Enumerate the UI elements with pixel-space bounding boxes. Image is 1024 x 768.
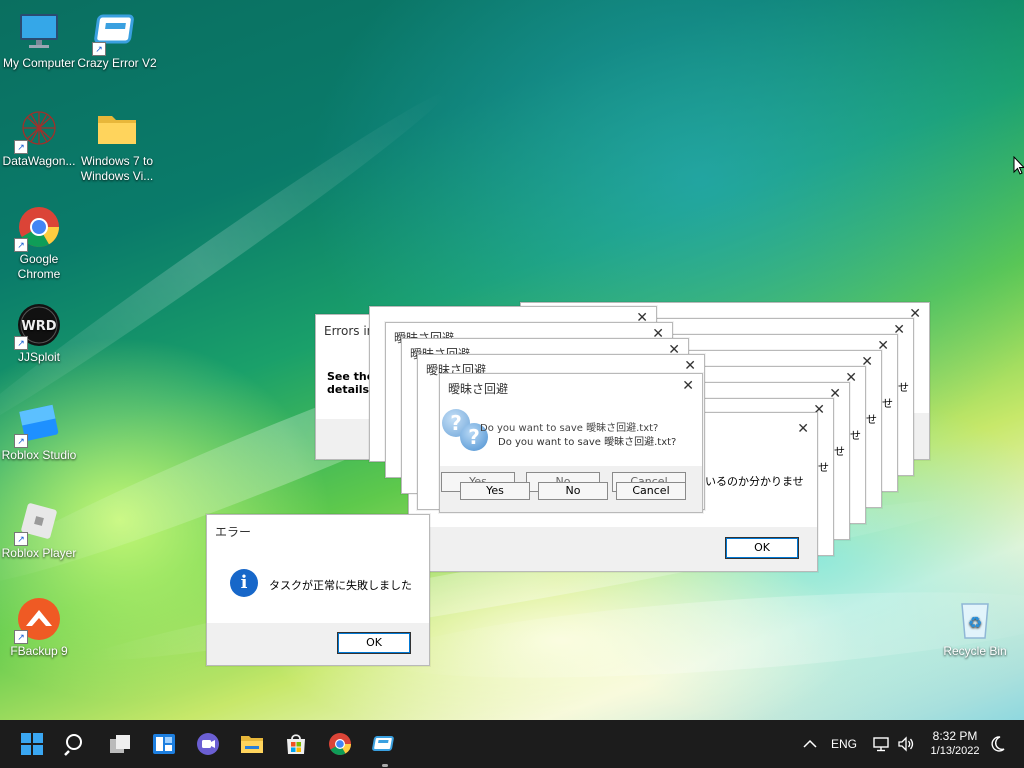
crazy-error-taskbar-icon[interactable]	[372, 732, 396, 756]
taskbar: ENG 8:32 PM 1/13/2022	[0, 720, 1024, 768]
shortcut-arrow-icon: ↗	[14, 532, 28, 546]
dialog-text-fragment: せ	[834, 445, 845, 458]
dialog-text-fragment: せ	[850, 429, 861, 442]
dialog-message: いるのか分かりませ	[705, 475, 804, 488]
recycle-bin-icon: ♻	[952, 596, 998, 642]
volume-icon[interactable]	[897, 736, 915, 752]
shortcut-arrow-icon: ↗	[14, 336, 28, 350]
ok-button[interactable]: OK	[337, 632, 411, 654]
mouse-cursor-icon	[1013, 156, 1024, 175]
dialog-text-fragment: せ	[866, 413, 877, 426]
task-view-icon[interactable]	[108, 732, 132, 756]
desktop-icon-crazy-error[interactable]: ↗ Crazy Error V2	[75, 8, 159, 71]
shortcut-arrow-icon: ↗	[14, 630, 28, 644]
desktop-icon-label: Roblox Player	[1, 546, 77, 560]
desktop-icon-recycle-bin[interactable]: ♻ Recycle Bin	[933, 596, 1017, 659]
close-icon[interactable]: ✕	[797, 421, 809, 437]
clock-time: 8:32 PM	[932, 729, 978, 743]
dialog-body-line: details	[327, 383, 370, 396]
dialog-text-fragment: せ	[898, 381, 909, 394]
yes-button[interactable]: Yes	[460, 482, 530, 500]
dialog-text-fragment: せ	[818, 461, 829, 474]
clock[interactable]: 8:32 PM 1/13/2022	[922, 729, 988, 759]
desktop-icon-label: JJSploit	[17, 350, 61, 364]
start-icon[interactable]	[20, 732, 44, 756]
running-indicator	[382, 764, 388, 767]
shortcut-arrow-icon: ↗	[14, 434, 28, 448]
shortcut-arrow-icon: ↗	[14, 140, 28, 154]
desktop-icon-label: My Computer	[2, 56, 76, 70]
shortcut-arrow-icon: ↗	[14, 238, 28, 252]
desktop-icon-label: Windows 7 to Windows Vi...	[80, 154, 154, 183]
desktop-icon-jjsploit[interactable]: WRD ↗ JJSploit	[0, 302, 81, 365]
desktop-icon-roblox-player[interactable]: ↗ Roblox Player	[0, 498, 81, 561]
desktop-icon-folder[interactable]: Windows 7 to Windows Vi...	[75, 106, 159, 184]
desktop-icon-fbackup[interactable]: ↗ FBackup 9	[0, 596, 81, 659]
language-indicator[interactable]: ENG	[831, 737, 857, 751]
desktop-icon-datawagon[interactable]: ↗ DataWagon...	[0, 106, 81, 169]
dialog-text-fragment: せ	[882, 397, 893, 410]
widgets-icon[interactable]	[152, 732, 176, 756]
desktop-icon-label: Roblox Studio	[1, 448, 77, 462]
desktop-icon-label: Google Chrome	[17, 252, 61, 281]
desktop-icon-label: Crazy Error V2	[77, 56, 157, 70]
chrome-taskbar-icon[interactable]	[328, 732, 352, 756]
desktop-icon-google-chrome[interactable]: ↗ Google Chrome	[0, 204, 81, 282]
datawagon-icon: ↗	[14, 106, 62, 154]
network-icon[interactable]	[872, 736, 890, 752]
no-button[interactable]: No	[538, 482, 608, 500]
crazy-error-icon: ↗	[92, 8, 140, 56]
dialog-title: エラー	[215, 525, 252, 539]
jjsploit-glyph: WRD	[21, 319, 56, 334]
chrome-icon: ↗	[14, 204, 62, 252]
desktop-icon-my-computer[interactable]: My Computer	[0, 8, 81, 71]
desktop-icon-label: DataWagon...	[2, 154, 76, 168]
folder-icon	[94, 106, 140, 152]
close-icon[interactable]: ✕	[684, 358, 696, 374]
error-message: タスクが正常に失敗しました	[269, 579, 412, 592]
ok-button[interactable]: OK	[725, 537, 799, 559]
teams-chat-icon[interactable]	[196, 732, 220, 756]
file-explorer-icon[interactable]	[240, 732, 264, 756]
cancel-button[interactable]: Cancel	[616, 482, 686, 500]
shortcut-arrow-icon: ↗	[92, 42, 106, 56]
dialog-title: 曖昧さ回避	[448, 382, 509, 396]
search-icon[interactable]	[64, 732, 88, 756]
desktop-icon-roblox-studio[interactable]: ↗ Roblox Studio	[0, 400, 81, 463]
show-hidden-icons-chevron-icon[interactable]	[803, 738, 817, 750]
focus-assist-moon-icon[interactable]	[990, 735, 1006, 753]
info-icon: i	[230, 569, 258, 597]
desktop-icon-label: Recycle Bin	[943, 644, 1007, 658]
save-prompt-dialog[interactable]: 曖昧さ回避 ✕ ? ? Do you want to save 曖昧さ回避.tx…	[439, 373, 703, 513]
svg-text:♻: ♻	[968, 613, 982, 632]
dialog-body-line: See the	[327, 370, 375, 383]
clock-date: 1/13/2022	[930, 745, 980, 757]
monitor-icon	[16, 8, 62, 54]
desktop-icon-label: FBackup 9	[10, 644, 68, 658]
microsoft-store-icon[interactable]	[284, 732, 308, 756]
roblox-studio-icon: ↗	[14, 400, 62, 448]
close-icon[interactable]: ✕	[682, 378, 694, 394]
roblox-player-icon: ↗	[14, 498, 62, 546]
dialog-title: Errors in	[324, 324, 375, 338]
fbackup-icon: ↗	[14, 596, 62, 644]
jjsploit-icon: WRD ↗	[14, 302, 62, 350]
save-question-text: Do you want to save 曖昧さ回避.txt?	[498, 437, 677, 448]
error-dialog[interactable]: エラー i タスクが正常に失敗しました OK	[206, 514, 430, 666]
save-question-text: Do you want to save 曖昧さ回避.txt?	[480, 423, 659, 434]
